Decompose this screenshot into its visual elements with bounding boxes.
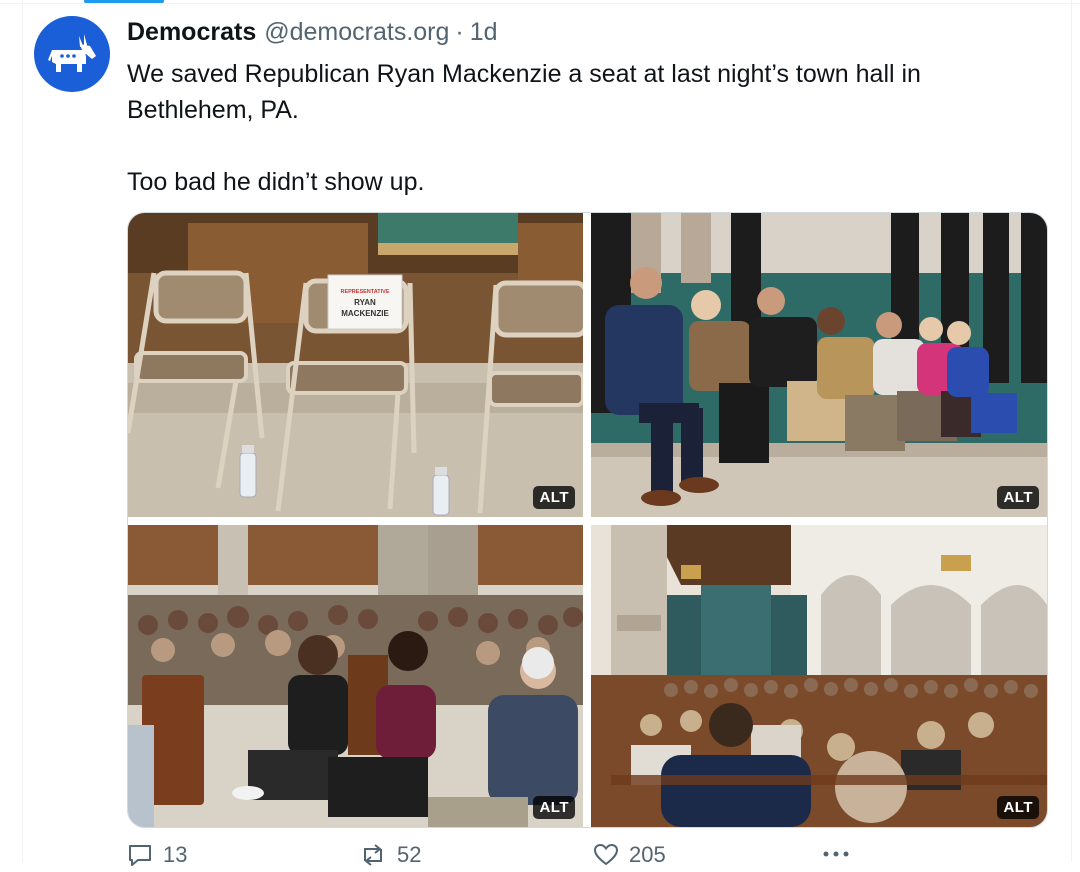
repost-button[interactable]: 52 — [359, 842, 421, 868]
more-button[interactable] — [821, 842, 851, 866]
like-count: 205 — [629, 842, 666, 867]
photo-empty-chairs[interactable]: REPRESENTATIVE RYAN MACKENZIE ALT — [128, 213, 583, 517]
sign-text: RYAN — [354, 298, 376, 307]
reply-count: 13 — [163, 842, 188, 867]
photo-seated-guests[interactable]: ALT — [591, 213, 1047, 517]
repost-icon — [364, 844, 382, 866]
alt-badge[interactable]: ALT — [533, 486, 575, 509]
like-button[interactable]: 205 — [593, 842, 666, 868]
action-bar: 13 52 205 — [127, 842, 887, 872]
repost-count: 52 — [397, 842, 422, 867]
alt-badge[interactable]: ALT — [533, 796, 575, 819]
avatar[interactable] — [34, 16, 110, 92]
sign-text: REPRESENTATIVE — [341, 289, 390, 295]
reply-icon — [129, 845, 151, 866]
alt-badge[interactable]: ALT — [997, 796, 1039, 819]
donkey-logo-icon — [48, 34, 96, 72]
photo-audience-clapping[interactable]: ALT — [128, 525, 583, 827]
author-name[interactable]: Democrats — [127, 18, 256, 47]
alt-badge[interactable]: ALT — [997, 486, 1039, 509]
tweet-text-line: Too bad he didn’t show up. — [127, 168, 425, 196]
photo-church-interior[interactable]: ALT — [591, 525, 1047, 827]
tweet-header: Democrats @democrats.org · 1d — [127, 18, 498, 50]
divider — [0, 3, 1080, 4]
separator: · — [455, 18, 464, 46]
reply-button[interactable]: 13 — [127, 842, 187, 868]
timestamp[interactable]: 1d — [470, 18, 498, 47]
author-handle[interactable]: @democrats.org — [264, 18, 449, 47]
tweet-text-line: We saved Republican Ryan Mackenzie a sea… — [127, 60, 921, 124]
tweet-text: We saved Republican Ryan Mackenzie a sea… — [127, 56, 1047, 200]
media-grid: REPRESENTATIVE RYAN MACKENZIE ALT ALT AL… — [127, 212, 1048, 828]
divider — [22, 0, 23, 862]
sign-text: MACKENZIE — [341, 309, 389, 318]
divider — [1071, 0, 1072, 862]
more-icon — [823, 851, 849, 857]
heart-icon — [593, 843, 619, 866]
